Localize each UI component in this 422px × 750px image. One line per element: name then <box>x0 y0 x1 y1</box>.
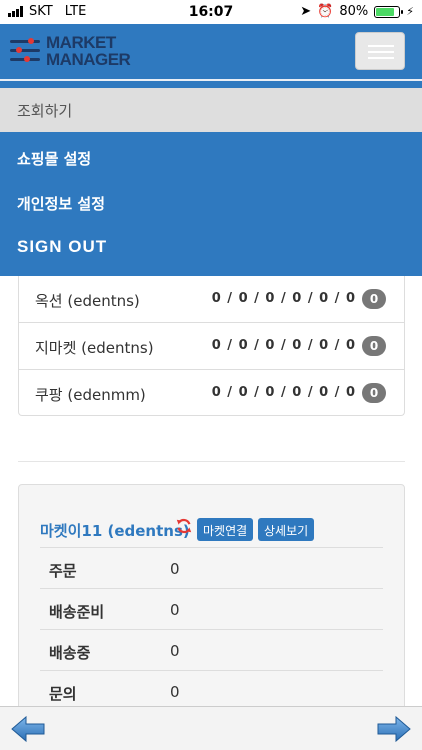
stat-label: 문의 <box>49 685 77 703</box>
market-connect-button[interactable]: 마켓연결 <box>197 518 254 541</box>
list-item[interactable]: 옥션 (edentns) 0 / 0 / 0 / 0 / 0 / 0 0 <box>19 276 404 323</box>
menu-item-inquiry[interactable]: 조회하기 <box>0 88 422 132</box>
stat-label: 주문 <box>49 562 77 580</box>
table-row: 문의 0 <box>40 670 383 711</box>
refresh-icon[interactable] <box>175 517 193 535</box>
account-name: 쿠팡 (edenmm) <box>35 386 146 404</box>
arrow-right-icon[interactable] <box>376 715 412 743</box>
list-item[interactable]: 지마켓 (edentns) 0 / 0 / 0 / 0 / 0 / 0 0 <box>19 323 404 370</box>
stat-label: 배송준비 <box>49 603 105 621</box>
battery-icon <box>374 5 404 18</box>
table-row: 배송중 0 <box>40 629 383 670</box>
menu-item-shop-settings[interactable]: 쇼핑몰 설정 <box>17 148 91 169</box>
account-counts: 0 / 0 / 0 / 0 / 0 / 0 <box>211 385 356 400</box>
logo-line-1: MARKET <box>46 33 116 52</box>
hamburger-menu-button[interactable] <box>355 32 405 70</box>
status-bar: SKT LTE 16:07 ➤ ⏰ 80% ⚡ <box>0 0 422 24</box>
section-divider <box>18 461 405 462</box>
stat-value: 0 <box>170 601 180 619</box>
stats-table: 주문 0 배송준비 0 배송중 0 문의 0 <box>40 547 383 711</box>
menu-item-profile-settings[interactable]: 개인정보 설정 <box>17 193 105 214</box>
stat-label: 배송중 <box>49 644 91 662</box>
location-icon: ➤ <box>300 4 312 19</box>
account-list: 옥션 (edentns) 0 / 0 / 0 / 0 / 0 / 0 0 지마켓… <box>18 276 405 416</box>
detail-view-button[interactable]: 상세보기 <box>258 518 315 541</box>
count-badge: 0 <box>362 336 386 356</box>
table-row: 주문 0 <box>40 547 383 588</box>
battery-percent: 80% <box>339 4 369 19</box>
logo[interactable]: MARKET MANAGER <box>10 32 140 72</box>
count-badge: 0 <box>362 289 386 309</box>
arrow-left-icon[interactable] <box>10 715 46 743</box>
list-item[interactable]: 쿠팡 (edenmm) 0 / 0 / 0 / 0 / 0 / 0 0 <box>19 370 404 417</box>
charging-icon: ⚡ <box>406 5 414 18</box>
nav-menu: 조회하기 쇼핑몰 설정 개인정보 설정 SIGN OUT <box>0 81 422 276</box>
market-title[interactable]: 마켓이11 (edentns) <box>40 520 190 541</box>
alarm-icon: ⏰ <box>317 4 334 19</box>
account-counts: 0 / 0 / 0 / 0 / 0 / 0 <box>211 338 356 353</box>
app-header: MARKET MANAGER <box>0 24 422 80</box>
table-row: 배송준비 0 <box>40 588 383 629</box>
logo-text: MARKET MANAGER <box>46 33 131 69</box>
stat-value: 0 <box>170 560 180 578</box>
account-name: 지마켓 (edentns) <box>35 339 154 357</box>
logo-icon <box>10 36 40 66</box>
account-name: 옥션 (edentns) <box>35 292 140 310</box>
account-counts: 0 / 0 / 0 / 0 / 0 / 0 <box>211 291 356 306</box>
sign-out-link[interactable]: SIGN OUT <box>17 237 107 257</box>
count-badge: 0 <box>362 383 386 403</box>
stat-value: 0 <box>170 683 180 701</box>
market-card: 마켓이11 (edentns) 마켓연결 상세보기 주문 0 배송준비 0 배송… <box>18 484 405 724</box>
stat-value: 0 <box>170 642 180 660</box>
status-right: ➤ ⏰ 80% ⚡ <box>300 4 414 19</box>
bottom-nav-bar <box>0 706 422 750</box>
logo-line-2: MANAGER <box>46 50 131 69</box>
battery-fill <box>376 7 394 16</box>
